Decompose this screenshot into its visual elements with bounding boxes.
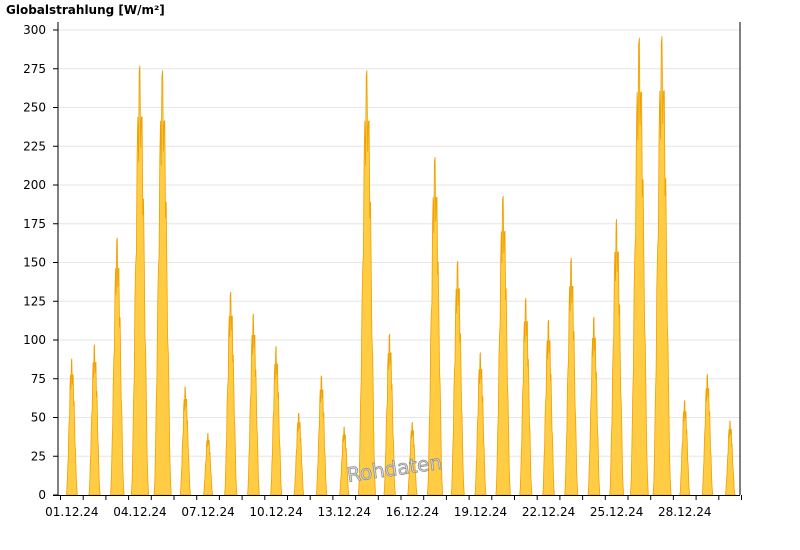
x-tick-label: 19.12.24 (454, 505, 507, 519)
daily-radiation-peak (542, 319, 555, 496)
x-tick-label: 04.12.24 (113, 505, 166, 519)
daily-radiation-peak (629, 37, 649, 496)
daily-radiation-peak (357, 70, 376, 496)
daily-radiation-peak (609, 219, 625, 496)
y-tick-label: 75 (31, 372, 46, 386)
daily-radiation-peak (88, 344, 101, 496)
y-tick-label: 275 (23, 62, 46, 76)
daily-radiation-peak (564, 257, 579, 496)
daily-radiation-peak (587, 316, 601, 496)
y-ticks: 0 25 50 75 100 125 150 175 200 225 250 275 300 (23, 23, 58, 502)
daily-radiation-peak (110, 237, 125, 496)
daily-radiation-peak (495, 195, 511, 496)
daily-radiation-peak (474, 352, 487, 496)
x-tick-label: 16.12.24 (386, 505, 439, 519)
x-ticks: 01.12.24 04.12.24 07.12.24 10.12.24 13.12.24… (45, 495, 742, 519)
series-area (65, 36, 736, 496)
daily-radiation-peak (179, 386, 191, 496)
daily-radiation-peak (293, 412, 305, 496)
x-tick-label: 25.12.24 (590, 505, 643, 519)
daily-radiation-peak (153, 70, 172, 496)
y-tick-label: 25 (31, 449, 46, 463)
daily-radiation-peak (426, 157, 444, 496)
y-tick-label: 250 (23, 101, 46, 115)
y-tick-label: 50 (31, 411, 46, 425)
daily-radiation-peak (652, 36, 672, 496)
daily-radiation-peak (130, 65, 150, 496)
daily-radiation-peak (247, 313, 260, 496)
x-tick-label: 10.12.24 (249, 505, 302, 519)
x-tick-label: 07.12.24 (181, 505, 234, 519)
x-tick-label: 28.12.24 (658, 505, 711, 519)
daily-radiation-peak (224, 291, 238, 496)
daily-radiation-peak (724, 420, 736, 496)
y-tick-label: 175 (23, 217, 46, 231)
y-tick-label: 225 (23, 139, 46, 153)
daily-radiation-peak (315, 375, 328, 496)
daily-radiation-peak (679, 400, 691, 496)
y-axis-label: Globalstrahlung [W/m²] (6, 3, 165, 17)
y-tick-label: 200 (23, 178, 46, 192)
daily-radiation-peak (701, 373, 714, 496)
x-tick-label: 01.12.24 (45, 505, 98, 519)
y-tick-label: 300 (23, 23, 46, 37)
daily-radiation-peak (270, 346, 283, 496)
x-tick-label: 13.12.24 (318, 505, 371, 519)
y-tick-label: 125 (23, 294, 46, 308)
y-tick-label: 150 (23, 256, 46, 270)
daily-radiation-peak (450, 260, 465, 496)
y-tick-label: 0 (38, 488, 46, 502)
daily-radiation-peak (519, 298, 533, 496)
daily-radiation-peak (202, 432, 214, 496)
y-tick-label: 100 (23, 333, 46, 347)
chart: Globalstrahlung [W/m²] 0 25 50 75 100 125 150 1… (6, 3, 742, 519)
x-tick-label: 22.12.24 (522, 505, 575, 519)
